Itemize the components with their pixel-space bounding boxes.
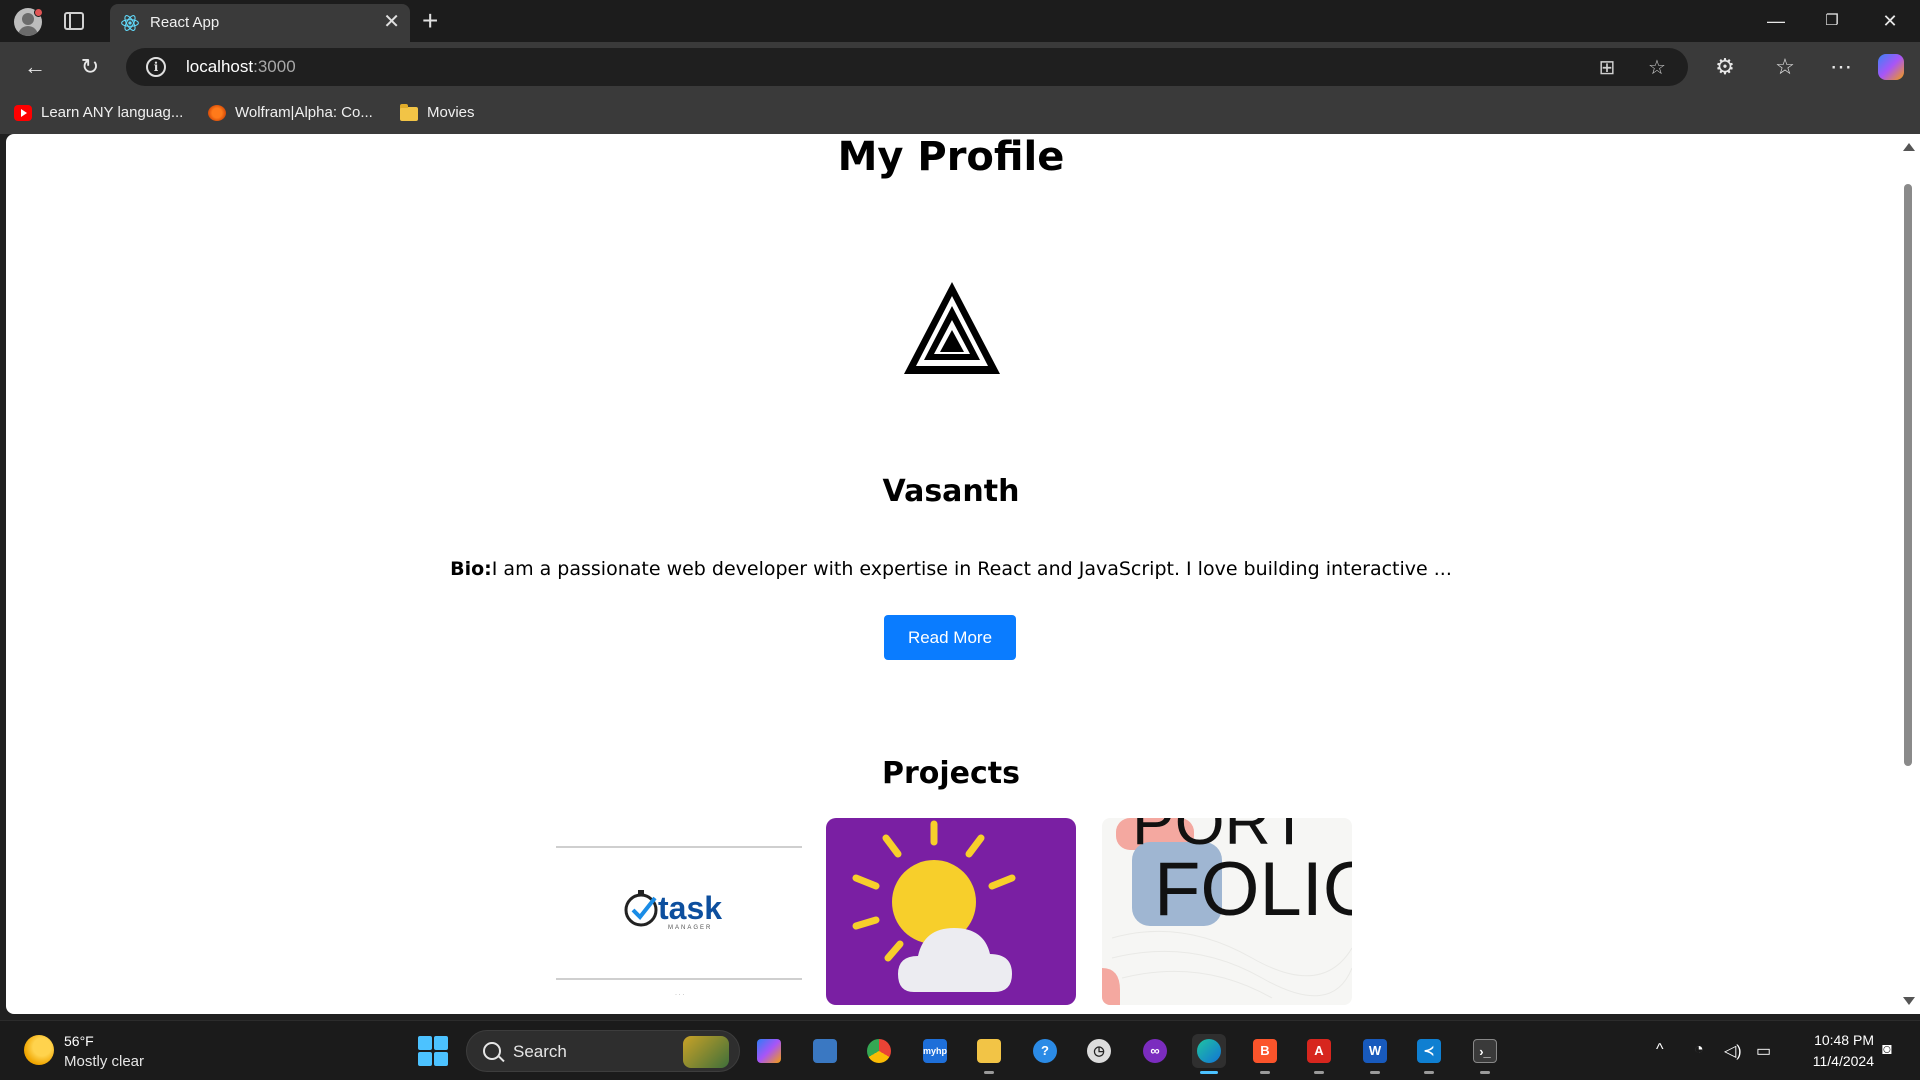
projects-heading: Projects [881, 756, 1020, 791]
favorite-star-icon[interactable]: ☆ [1644, 55, 1670, 81]
edge-icon[interactable] [1192, 1034, 1226, 1074]
profile-name: Vasanth [882, 474, 1020, 509]
bookmarks-bar: Learn ANY languag... Wolfram|Alpha: Co..… [0, 92, 1920, 134]
site-info-icon[interactable]: i [146, 57, 166, 77]
copilot-icon[interactable] [1878, 54, 1904, 80]
project-card-portfolio[interactable]: PORT FOLIO [1102, 818, 1352, 1005]
battery-icon[interactable]: ▭ [1756, 1041, 1771, 1061]
folder-icon [400, 104, 418, 121]
minimize-button[interactable]: — [1748, 0, 1804, 42]
search-highlight-image [683, 1036, 729, 1068]
taskbar-search[interactable]: Search [466, 1030, 740, 1072]
extensions-icon[interactable]: ⚙ [1710, 52, 1740, 82]
clock-date[interactable]: 11/4/2024 [1794, 1053, 1874, 1069]
svg-text:· · ·: · · · [675, 992, 684, 998]
search-label: Search [513, 1042, 567, 1061]
react-icon [121, 15, 139, 31]
scroll-up-arrow-icon[interactable] [1903, 143, 1915, 151]
tab-react-app[interactable]: React App ✕ [110, 4, 410, 42]
tab-actions-icon[interactable] [64, 12, 84, 30]
weather-sun-cloud-icon [852, 820, 1016, 992]
help-app-icon[interactable]: ? [1028, 1034, 1062, 1068]
more-menu-icon[interactable]: ⋯ [1826, 52, 1856, 82]
read-more-button[interactable]: Read More [884, 615, 1016, 660]
scrollbar-thumb[interactable] [1904, 184, 1912, 766]
chrome-icon[interactable] [862, 1034, 896, 1068]
brave-icon[interactable]: B [1248, 1034, 1282, 1074]
vscode-icon[interactable]: ≺ [1412, 1034, 1446, 1074]
search-icon [483, 1042, 501, 1060]
volume-icon[interactable]: ◁) [1724, 1041, 1742, 1061]
address-bar[interactable]: i localhost:3000 ⊞ ☆ [126, 48, 1688, 86]
task-manager-logo: task MANAGER · · · [556, 846, 802, 998]
scroll-down-arrow-icon[interactable] [1903, 997, 1915, 1005]
bio-text: I am a passionate web developer with exp… [491, 558, 1452, 580]
profile-bio: Bio:I am a passionate web developer with… [6, 558, 1896, 580]
clock-time[interactable]: 10:48 PM [1802, 1032, 1874, 1048]
chevron-up-icon[interactable]: ^ [1656, 1041, 1664, 1059]
copilot-app-icon[interactable] [752, 1034, 786, 1068]
portfolio-art: PORT FOLIO [1102, 818, 1352, 1005]
task-logo-subtext: MANAGER [668, 925, 712, 931]
weather-moon-icon[interactable] [24, 1035, 54, 1065]
weather-temp[interactable]: 56°F [64, 1033, 94, 1049]
photos-app-icon[interactable] [808, 1034, 842, 1068]
myhp-app-icon[interactable]: myhp [918, 1034, 952, 1068]
notification-bell-icon[interactable]: ◙ [1882, 1041, 1892, 1059]
file-explorer-icon[interactable] [972, 1034, 1006, 1074]
vpn-app-icon[interactable]: ∞ [1138, 1034, 1172, 1068]
page-scrollbar[interactable] [1896, 134, 1920, 1014]
close-tab-icon[interactable]: ✕ [383, 11, 400, 33]
windows-taskbar: 56°F Mostly clear Search myhp ? ◷ ∞ B A … [0, 1020, 1920, 1080]
notification-dot [34, 8, 43, 17]
page-title: My Profile [837, 134, 1065, 180]
url-text[interactable]: localhost:3000 [186, 57, 296, 77]
new-tab-button[interactable]: + [422, 4, 438, 38]
profile-logo [904, 282, 1000, 374]
tab-title: React App [150, 14, 220, 31]
task-logo-text: task [658, 890, 722, 926]
youtube-icon [14, 105, 32, 121]
portfolio-text-bottom: FOLIO [1154, 847, 1352, 932]
terminal-icon[interactable]: ›_ [1468, 1034, 1502, 1074]
acrobat-icon[interactable]: A [1302, 1034, 1336, 1074]
project-card-weather[interactable] [826, 818, 1076, 1005]
bio-label: Bio: [450, 558, 492, 580]
weather-desc[interactable]: Mostly clear [64, 1053, 144, 1070]
page-viewport: My Profile Vasanth Bio:I am a passionate… [6, 134, 1896, 1014]
back-icon[interactable]: ← [20, 52, 50, 82]
browser-title-bar: React App ✕ + — ❐ ✕ [0, 0, 1920, 42]
reload-icon[interactable]: ↻ [75, 52, 105, 82]
favorites-icon[interactable]: ☆ [1770, 52, 1800, 82]
wolfram-icon [208, 105, 226, 121]
close-window-button[interactable]: ✕ [1862, 0, 1918, 42]
restore-button[interactable]: ❐ [1804, 0, 1860, 42]
clock-app-icon[interactable]: ◷ [1082, 1034, 1116, 1068]
browser-toolbar: ← ↻ i localhost:3000 ⊞ ☆ ⚙ ☆ ⋯ [0, 42, 1920, 92]
start-button[interactable] [418, 1036, 448, 1066]
word-icon[interactable]: W [1358, 1034, 1392, 1074]
app-available-icon[interactable]: ⊞ [1594, 55, 1620, 81]
wifi-icon[interactable]: ◔ [1694, 1041, 1704, 1059]
project-card-task-manager[interactable]: task MANAGER · · · [554, 818, 804, 1005]
